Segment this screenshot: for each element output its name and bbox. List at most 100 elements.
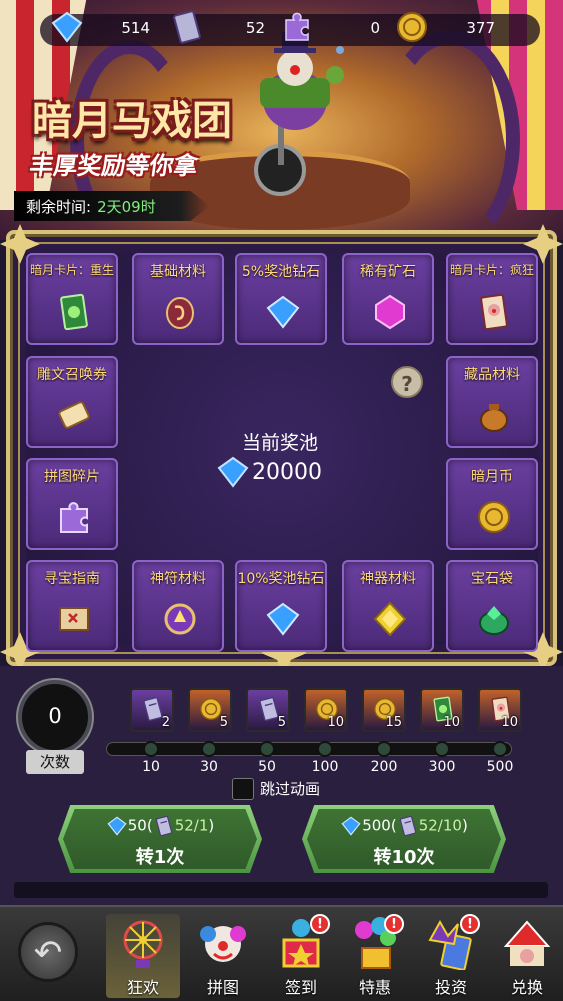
milestone-label: 50 (258, 759, 276, 775)
nav-tab[interactable]: 拼图 (186, 914, 260, 998)
milestone-reward[interactable]: 5 (188, 688, 232, 732)
prize-slot-label: 神器材料 (360, 571, 416, 587)
milestone-reward[interactable]: 10 (420, 688, 464, 732)
prize-slot[interactable]: 拼图碎片 (26, 458, 118, 550)
pink-gem-icon (375, 294, 405, 330)
alert-badge: ! (460, 914, 480, 934)
milestone-label: 10 (142, 759, 160, 775)
prize-slot-label: 5%奖池钻石 (241, 264, 321, 280)
prize-slot-label: 藏品材料 (464, 367, 520, 383)
prize-slot[interactable]: 神符材料 (132, 560, 224, 652)
divider-bar (14, 882, 548, 898)
milestone-node (434, 741, 450, 757)
diamond-icon (51, 11, 83, 43)
skip-animation-label[interactable]: 跳过动画 (260, 778, 320, 799)
reward-count: 15 (385, 715, 402, 730)
prize-slot[interactable]: 暗月币 (446, 458, 538, 550)
prize-slot-label: 暗月币 (471, 469, 513, 485)
spin-action-label: 转10次 (373, 847, 435, 868)
card-ticket-icon (173, 10, 201, 44)
prize-slot[interactable]: 雕文召唤券 (26, 356, 118, 448)
ticket-cost: 52/1 (174, 816, 209, 835)
prize-slot-label: 暗月卡片：重生 (29, 263, 114, 277)
prize-slot[interactable]: 神器材料 (342, 560, 434, 652)
reward-count: 5 (219, 715, 228, 730)
ferris-wheel-icon (123, 920, 163, 968)
nav-tab[interactable]: 投资! (414, 914, 488, 998)
milestone-reward[interactable]: 15 (362, 688, 406, 732)
ticket-count: 52 (245, 19, 265, 37)
spin-action-label: 转1次 (135, 847, 185, 868)
prize-slot[interactable]: 寻宝指南 (26, 560, 118, 652)
nav-tab-label: 签到 (284, 978, 317, 997)
prize-slot[interactable]: 稀有矿石 (342, 253, 434, 345)
milestone-reward[interactable]: 10 (478, 688, 522, 732)
diamond-cost: 50 (127, 816, 147, 835)
prize-slot[interactable]: 基础材料 (132, 253, 224, 345)
pool-value: 20000 (252, 460, 322, 485)
gem-bag-icon (479, 606, 509, 635)
milestone-node (143, 741, 159, 757)
diamond-icon (266, 295, 300, 329)
reward-count: 10 (501, 715, 518, 730)
card-ticket-icon (155, 815, 172, 837)
help-button[interactable]: ? (391, 366, 423, 398)
diamond-icon (266, 602, 300, 636)
reward-count: 10 (443, 715, 460, 730)
milestone-reward[interactable]: 5 (246, 688, 290, 732)
nav-tab[interactable]: 签到! (264, 914, 338, 998)
prize-slot-label: 寻宝指南 (44, 571, 100, 587)
timer-label: 剩余时间: (26, 197, 92, 216)
countdown-timer: 剩余时间: 2天09时 (14, 191, 210, 221)
milestone-node (376, 741, 392, 757)
alert-badge: ! (310, 914, 330, 934)
milestone-node (492, 741, 508, 757)
milestone-reward[interactable]: 10 (304, 688, 348, 732)
nav-tab[interactable]: 特惠! (338, 914, 412, 998)
milestone-label: 300 (428, 759, 456, 775)
prize-slot-label: 基础材料 (150, 264, 206, 280)
milestone-reward[interactable]: 2 (130, 688, 174, 732)
milestone-node (201, 741, 217, 757)
spin-once-button[interactable]: 50(52/1) 转1次 (58, 805, 262, 873)
nav-tab-label: 狂欢 (126, 978, 159, 997)
sack-icon (480, 404, 508, 432)
milestone-track (106, 742, 512, 756)
nav-tab[interactable]: 兑换 (490, 914, 563, 998)
prize-slot-label: 拼图碎片 (44, 469, 100, 485)
prize-slot[interactable]: 暗月卡片：疯狂 (446, 253, 538, 345)
nav-tab-label: 兑换 (510, 978, 543, 997)
puzzle-count: 0 (370, 19, 380, 37)
clown-face-icon (200, 926, 246, 962)
gold-coin-icon (397, 12, 427, 42)
diamond-cost: 500 (362, 816, 391, 835)
event-banner: 514 52 0 377 暗月马戏团 丰厚奖励等你拿 剩余时间: 2天09时 (0, 0, 563, 240)
puzzle-piece-icon (60, 502, 88, 533)
reward-count: 10 (327, 715, 344, 730)
prize-slot[interactable]: 5%奖池钻石 (235, 253, 327, 345)
spin-ten-button[interactable]: 500(52/10) 转10次 (302, 805, 506, 873)
prize-slot[interactable]: 10%奖池钻石 (235, 560, 327, 652)
diamond-icon (217, 456, 249, 488)
milestone-label: 500 (486, 759, 514, 775)
nav-tab[interactable]: 狂欢 (106, 914, 180, 998)
nav-tab-label: 投资 (434, 978, 467, 997)
prize-slot[interactable]: 暗月卡片：重生 (26, 253, 118, 345)
pool-title: 当前奖池 (241, 432, 318, 454)
diamond-count: 514 (121, 19, 150, 37)
coin-count: 377 (466, 19, 495, 37)
yellow-gem-icon (373, 601, 407, 637)
puzzle-piece-icon (285, 12, 309, 41)
back-button[interactable]: ↶ (18, 922, 78, 982)
prize-slot[interactable]: 藏品材料 (446, 356, 538, 448)
spin-cost: 50(52/1) (58, 815, 262, 837)
nav-tab-label: 拼图 (206, 978, 239, 997)
nav-tab-label: 特惠 (358, 978, 391, 997)
prize-slot-label: 宝石袋 (471, 571, 513, 587)
back-arrow-icon: ↶ (33, 933, 63, 973)
scroll-icon (58, 401, 90, 429)
prize-slot[interactable]: 宝石袋 (446, 560, 538, 652)
milestone-node (317, 741, 333, 757)
skip-animation-checkbox[interactable] (232, 778, 254, 800)
clown-card-icon (480, 293, 508, 331)
